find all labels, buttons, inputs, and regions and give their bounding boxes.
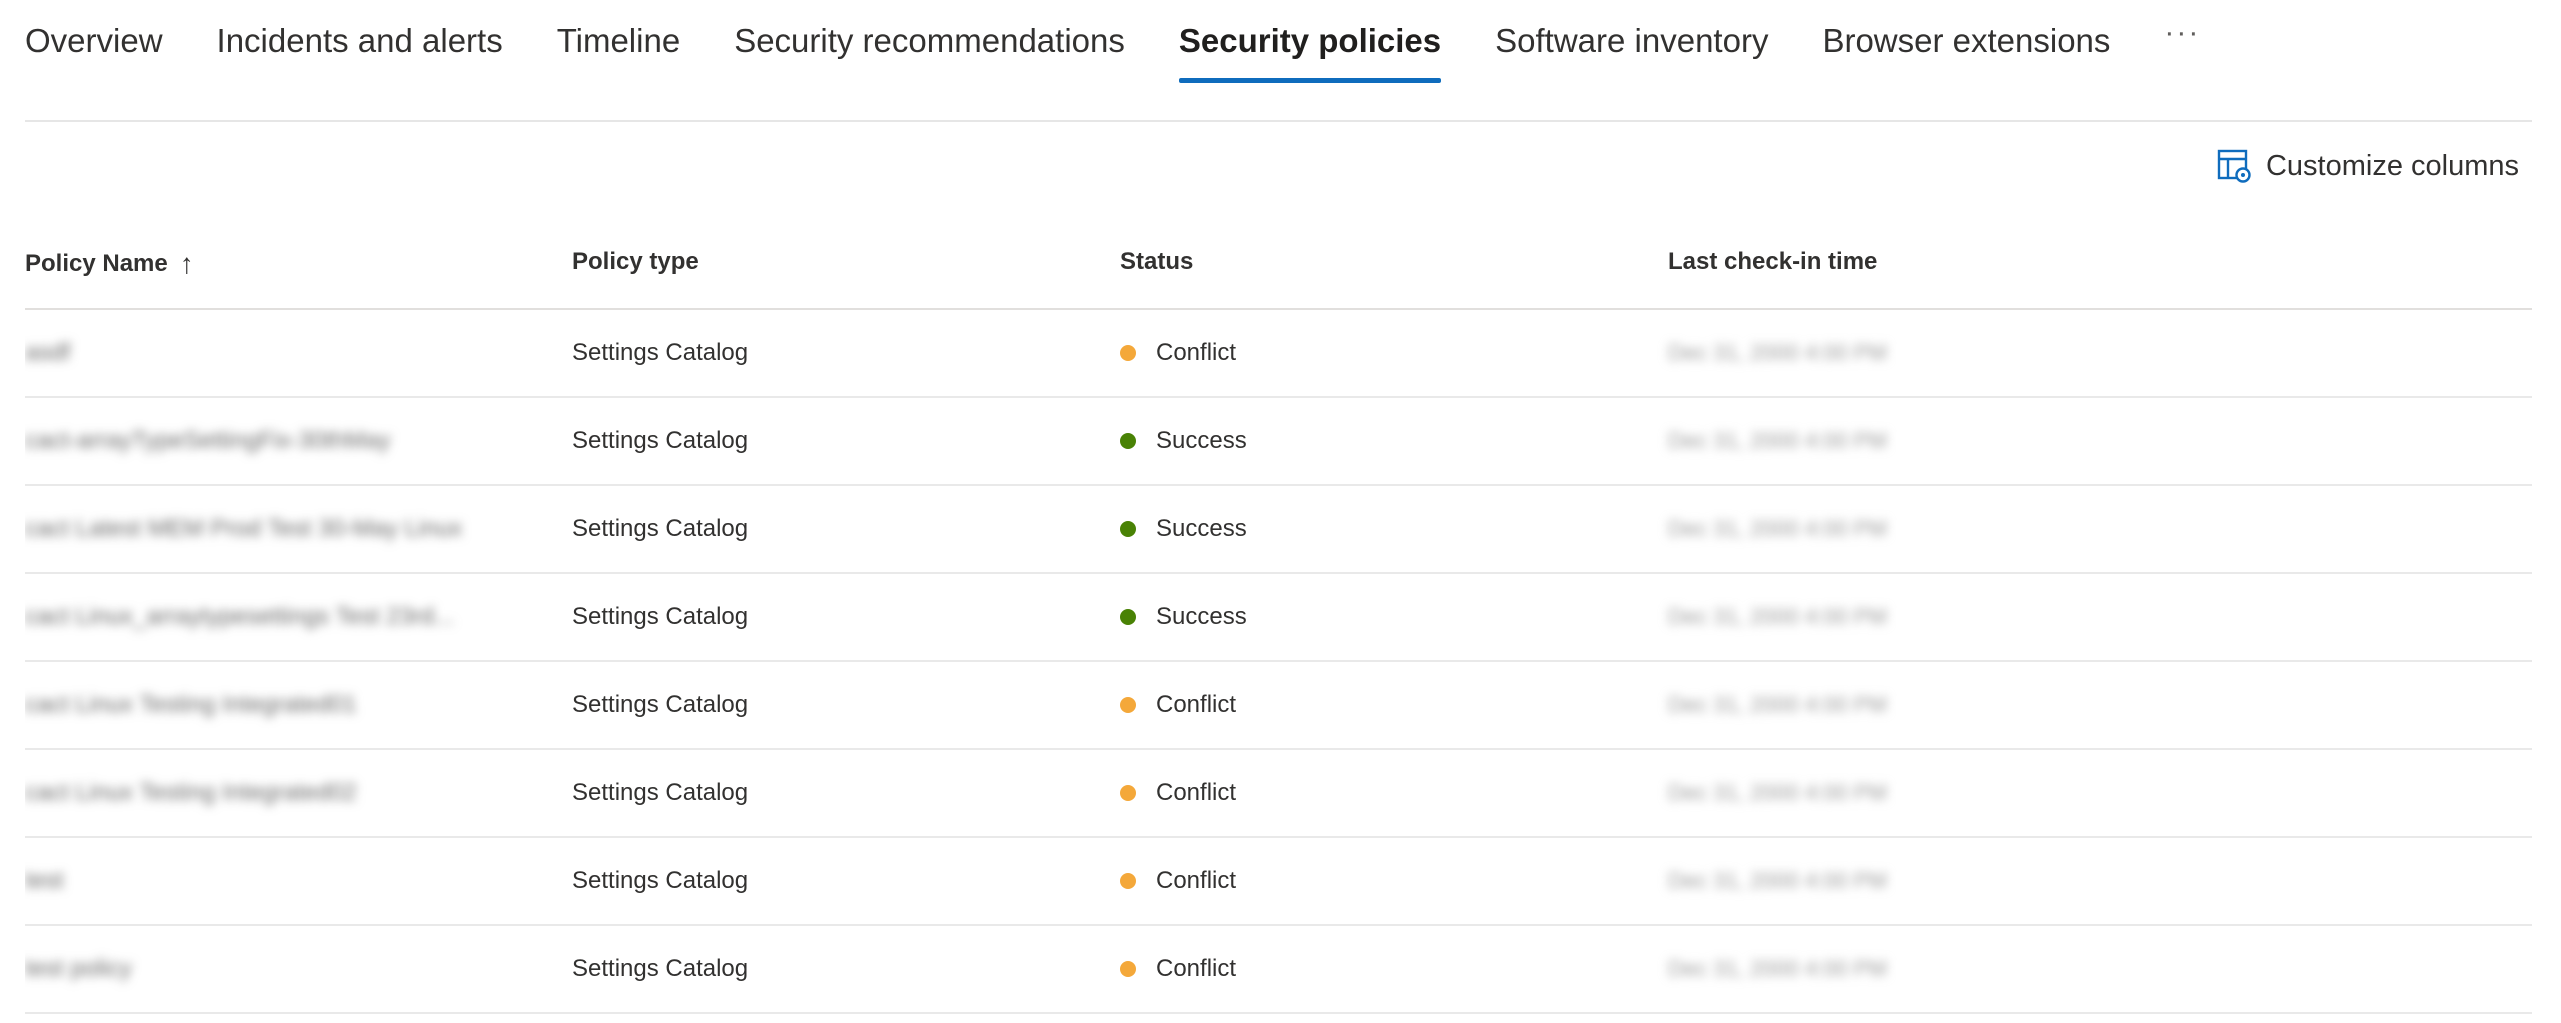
table-row[interactable]: cact Linux Testing Integrated02 Settings … [25,750,2532,838]
tab-bar: Overview Incidents and alerts Timeline Secu… [25,0,2200,88]
policy-name-cell: asdf [25,310,560,396]
status-cell: Success [1120,398,1247,484]
conflict-status-dot-icon [1120,873,1136,889]
column-header-status[interactable]: Status [1120,248,1193,276]
policy-name: cact Linux_arraytypesettings Test 23rd..… [25,603,455,630]
status-label: Success [1156,603,1247,630]
policy-name: cact Latest MEM Prod Test 30-May Linux [25,515,463,542]
policy-type: Settings Catalog [572,867,749,894]
tab-browser-extensions[interactable]: Browser extensions [1822,0,2110,88]
status-cell: Conflict [1120,310,1236,396]
table-row[interactable]: cact Latest MEM Prod Test 30-May Linux Se… [25,486,2532,574]
tab-software-inventory[interactable]: Software inventory [1495,0,1768,88]
conflict-status-dot-icon [1120,697,1136,713]
more-tabs-icon[interactable]: ··· [2164,0,2200,50]
success-status-dot-icon [1120,433,1136,449]
policies-table: Policy Name ↑ Policy type Status Last ch… [25,222,2532,1014]
policy-name-cell: test policy [25,926,560,1012]
column-header-last-check-in[interactable]: Last check-in time [1668,248,1877,276]
policy-name: cact Linux Testing Integrated02 [25,779,357,806]
last-check-in-cell: Dec 31, 2000 4:00 PM [1668,750,1887,836]
policy-type: Settings Catalog [572,779,749,806]
status-cell: Success [1120,486,1247,572]
last-check-in-time: Dec 31, 2000 4:00 PM [1668,868,1887,893]
policy-type: Settings Catalog [572,515,749,542]
table-row[interactable]: test Settings Catalog Conflict Dec 31, 2000… [25,838,2532,926]
policy-name: asdf [25,339,71,366]
tab-overview[interactable]: Overview [25,0,163,88]
policy-type: Settings Catalog [572,427,749,454]
status-label: Success [1156,515,1247,542]
customize-columns-label: Customize columns [2265,149,2519,182]
status-label: Conflict [1156,867,1237,894]
policy-name-cell: cact Latest MEM Prod Test 30-May Linux [25,486,560,572]
success-status-dot-icon [1120,609,1136,625]
policy-name: test [25,867,64,894]
policy-name: test policy [25,955,132,982]
table-body: asdf Settings Catalog Conflict Dec 31, 2000… [25,310,2532,1014]
status-cell: Conflict [1120,662,1236,748]
policy-type: Settings Catalog [572,691,749,718]
policy-type: Settings Catalog [572,339,749,366]
customize-columns-button[interactable]: Customize columns [2216,148,2519,184]
arrow-up-icon: ↑ [179,248,194,279]
policy-name-cell: test [25,838,560,924]
last-check-in-time: Dec 31, 2000 4:00 PM [1668,516,1887,541]
column-header-label: Policy type [572,248,699,275]
column-header-label: Policy Name [25,250,168,277]
column-header-label: Last check-in time [1668,248,1878,275]
policy-name: cact-arrayTypeSettingFix-30thMay [25,427,391,454]
status-label: Conflict [1156,955,1237,982]
status-label: Conflict [1156,691,1237,718]
status-cell: Conflict [1120,926,1236,1012]
last-check-in-time: Dec 31, 2000 4:00 PM [1668,956,1887,981]
status-label: Success [1156,427,1247,454]
status-cell: Success [1120,574,1247,660]
last-check-in-cell: Dec 31, 2000 4:00 PM [1668,574,1887,660]
last-check-in-cell: Dec 31, 2000 4:00 PM [1668,838,1887,924]
tab-security-policies[interactable]: Security policies [1178,0,1442,88]
table-row[interactable]: cact Linux Testing Integrated01 Settings … [25,662,2532,750]
policy-name-cell: cact Linux Testing Integrated02 [25,750,560,836]
table-row[interactable]: cact Linux_arraytypesettings Test 23rd..… [25,574,2532,662]
last-check-in-time: Dec 31, 2000 4:00 PM [1668,604,1887,629]
conflict-status-dot-icon [1120,961,1136,977]
policy-type: Settings Catalog [572,955,749,982]
customize-columns-icon [2216,148,2252,184]
last-check-in-cell: Dec 31, 2000 4:00 PM [1668,398,1887,484]
status-cell: Conflict [1120,838,1236,924]
table-row[interactable]: test policy Settings Catalog Conflict Dec 3… [25,926,2532,1014]
device-page: Overview Incidents and alerts Timeline Secu… [0,0,2561,1023]
conflict-status-dot-icon [1120,785,1136,801]
column-header-label: Status [1120,248,1194,275]
policy-name-cell: cact Linux_arraytypesettings Test 23rd..… [25,574,560,660]
conflict-status-dot-icon [1120,345,1136,361]
tab-security-recommendations[interactable]: Security recommendations [734,0,1125,88]
tab-timeline[interactable]: Timeline [557,0,680,88]
success-status-dot-icon [1120,521,1136,537]
last-check-in-cell: Dec 31, 2000 4:00 PM [1668,310,1887,396]
table-row[interactable]: cact-arrayTypeSettingFix-30thMay Settings… [25,398,2532,486]
tab-divider [25,120,2532,122]
table-header: Policy Name ↑ Policy type Status Last ch… [25,222,2532,310]
column-header-policy-name[interactable]: Policy Name ↑ [25,248,194,280]
last-check-in-cell: Dec 31, 2000 4:00 PM [1668,486,1887,572]
table-row[interactable]: asdf Settings Catalog Conflict Dec 31, 2000… [25,310,2532,398]
status-cell: Conflict [1120,750,1236,836]
status-label: Conflict [1156,339,1237,366]
last-check-in-time: Dec 31, 2000 4:00 PM [1668,428,1887,453]
last-check-in-time: Dec 31, 2000 4:00 PM [1668,780,1887,805]
last-check-in-time: Dec 31, 2000 4:00 PM [1668,692,1887,717]
tab-incidents-and-alerts[interactable]: Incidents and alerts [217,0,503,88]
policy-name-cell: cact Linux Testing Integrated01 [25,662,560,748]
last-check-in-cell: Dec 31, 2000 4:00 PM [1668,662,1887,748]
policy-name: cact Linux Testing Integrated01 [25,691,357,718]
status-label: Conflict [1156,779,1237,806]
policy-type: Settings Catalog [572,603,749,630]
column-header-policy-type[interactable]: Policy type [572,248,699,276]
last-check-in-cell: Dec 31, 2000 4:00 PM [1668,926,1887,1012]
last-check-in-time: Dec 31, 2000 4:00 PM [1668,340,1887,365]
policy-name-cell: cact-arrayTypeSettingFix-30thMay [25,398,560,484]
